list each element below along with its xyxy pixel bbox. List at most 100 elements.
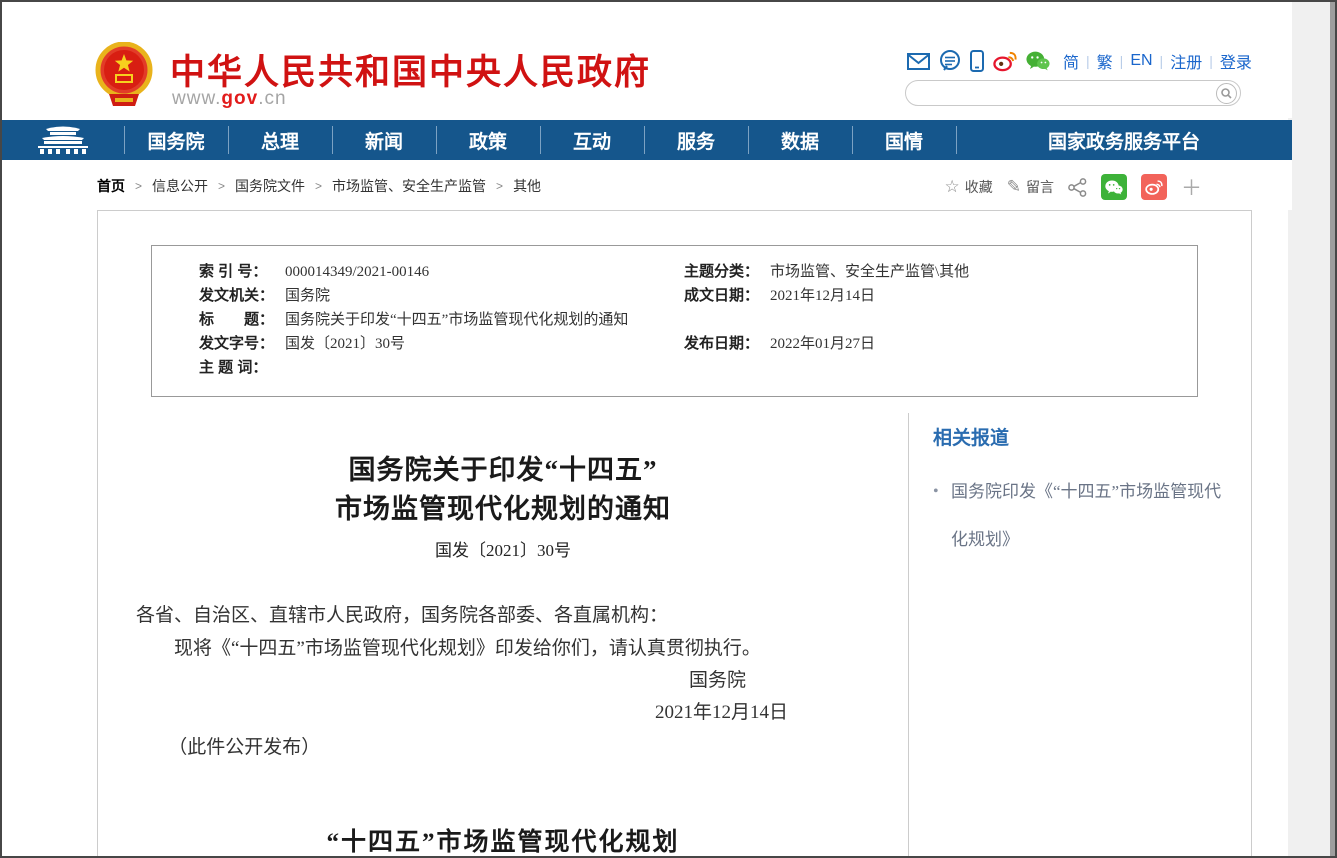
pencil-icon: ✎ bbox=[1006, 177, 1021, 196]
favorite-button[interactable]: ☆ 收藏 bbox=[945, 177, 993, 197]
meta-label: 主 题 词： bbox=[199, 359, 268, 376]
meta-label: 标 题： bbox=[199, 311, 275, 328]
article-paragraph-recipients: 各省、自治区、直辖市人民政府，国务院各部委、各直属机构： bbox=[136, 605, 669, 626]
meta-label: 成文日期： bbox=[684, 287, 760, 304]
article: 国务院关于印发“十四五” 市场监管现代化规划的通知 国发〔2021〕30号 各省… bbox=[98, 413, 908, 856]
separator: | bbox=[1209, 53, 1213, 69]
header-tools: 简 | 繁 | EN | 注册 | 登录 bbox=[907, 48, 1252, 74]
breadcrumb-separator: > bbox=[135, 179, 143, 193]
meta-empty-cell bbox=[676, 356, 1197, 380]
article-title: 国务院关于印发“十四五” 市场监管现代化规划的通知 bbox=[136, 451, 870, 529]
meta-empty-cell bbox=[676, 308, 1197, 332]
nav-item-interaction[interactable]: 互动 bbox=[540, 120, 644, 160]
document-container: 索 引 号： 000014349/2021-00146 主题分类： 市场监管、安全生… bbox=[97, 210, 1252, 856]
more-share-button[interactable]: ＋ bbox=[1181, 172, 1202, 202]
article-paragraph-instruction: 现将《“十四五”市场监管现代化规划》印发给你们，请认真贯彻执行。 bbox=[174, 638, 761, 659]
lang-simplified-link[interactable]: 简 bbox=[1063, 49, 1079, 73]
article-title-line2: 市场监管现代化规划的通知 bbox=[335, 494, 671, 524]
meta-value: 市场监管、安全生产监管\其他 bbox=[770, 264, 970, 280]
lang-english-link[interactable]: EN bbox=[1130, 52, 1152, 70]
breadcrumb: 首页 > 信息公开 > 国务院文件 > 市场监管、安全生产监管 > 其他 bbox=[97, 176, 541, 196]
document-meta-table: 索 引 号： 000014349/2021-00146 主题分类： 市场监管、安全生… bbox=[151, 245, 1198, 397]
share-button[interactable] bbox=[1068, 177, 1087, 197]
meta-issuing-agency: 发文机关： 国务院 bbox=[152, 284, 676, 308]
weibo-icon[interactable] bbox=[993, 49, 1017, 73]
nav-item-gov-service-platform[interactable]: 国家政务服务平台 bbox=[956, 120, 1292, 160]
main-nav: 国务院 总理 新闻 政策 互动 服务 数据 国情 国家政务服务平台 bbox=[2, 120, 1292, 160]
article-body: 各省、自治区、直辖市人民政府，国务院各部委、各直属机构： 现将《“十四五”市场监… bbox=[136, 599, 870, 764]
meta-keywords: 主 题 词： bbox=[152, 356, 676, 380]
breadcrumb-separator: > bbox=[218, 179, 226, 193]
signer: 国务院 bbox=[688, 670, 746, 691]
separator: | bbox=[1119, 53, 1124, 69]
page-actions: ☆ 收藏 ✎ 留言 ＋ bbox=[945, 172, 1202, 202]
related-reports-title: 相关报道 bbox=[933, 428, 1010, 449]
related-report-link[interactable]: 国务院印发《“十四五”市场监管现代化规划》 bbox=[933, 468, 1233, 564]
wechat-icon bbox=[1105, 180, 1123, 194]
url-gov: gov bbox=[221, 88, 259, 109]
breadcrumb-market-regulation[interactable]: 市场监管、安全生产监管 bbox=[332, 176, 486, 196]
nav-item-state-council[interactable]: 国务院 bbox=[124, 120, 228, 160]
nav-item-national-conditions[interactable]: 国情 bbox=[852, 120, 956, 160]
comment-button[interactable]: ✎ 留言 bbox=[1007, 177, 1054, 197]
nav-home-tiananmen-icon[interactable] bbox=[2, 120, 124, 160]
url-www: www. bbox=[172, 88, 222, 109]
breadcrumb-state-council-docs[interactable]: 国务院文件 bbox=[235, 176, 305, 196]
national-emblem-logo[interactable] bbox=[95, 42, 153, 108]
comment-label: 留言 bbox=[1026, 179, 1054, 195]
nav-item-policy[interactable]: 政策 bbox=[436, 120, 540, 160]
site-url[interactable]: www.gov.cn bbox=[172, 88, 287, 110]
nav-item-data[interactable]: 数据 bbox=[748, 120, 852, 160]
meta-label: 索 引 号： bbox=[199, 263, 268, 280]
message-icon[interactable] bbox=[939, 49, 961, 73]
share-weibo-button[interactable] bbox=[1141, 174, 1167, 200]
browser-page: 中华人民共和国中央人民政府 www.gov.cn 简 | 繁 | EN | 注册… bbox=[0, 0, 1337, 858]
mobile-icon[interactable] bbox=[970, 49, 984, 73]
meta-value: 2022年01月27日 bbox=[770, 336, 876, 352]
share-wechat-button[interactable] bbox=[1101, 174, 1127, 200]
mail-icon[interactable] bbox=[907, 49, 930, 73]
meta-index-number: 索 引 号： 000014349/2021-00146 bbox=[152, 260, 676, 284]
search-button[interactable] bbox=[1216, 82, 1237, 104]
breadcrumb-separator: > bbox=[496, 179, 504, 193]
related-reports-sidebar: 相关报道 国务院印发《“十四五”市场监管现代化规划》 bbox=[933, 423, 1233, 564]
public-release-note: （此件公开发布） bbox=[168, 737, 321, 758]
breadcrumb-info-disclosure[interactable]: 信息公开 bbox=[152, 176, 208, 196]
meta-value: 国务院关于印发“十四五”市场监管现代化规划的通知 bbox=[285, 312, 629, 328]
page-background-strip bbox=[1288, 2, 1330, 856]
article-title-line1: 国务院关于印发“十四五” bbox=[348, 455, 658, 485]
register-link[interactable]: 注册 bbox=[1170, 49, 1202, 73]
meta-label: 发布日期： bbox=[684, 335, 760, 352]
signature-block: 国务院 2021年12月14日 bbox=[136, 665, 870, 729]
meta-label: 发文字号： bbox=[199, 335, 275, 352]
breadcrumb-other[interactable]: 其他 bbox=[513, 176, 541, 196]
breadcrumb-row: 首页 > 信息公开 > 国务院文件 > 市场监管、安全生产监管 > 其他 ☆ 收藏… bbox=[2, 160, 1292, 210]
share-icon bbox=[1068, 177, 1087, 197]
meta-label: 主题分类： bbox=[684, 263, 760, 280]
meta-topic-category: 主题分类： 市场监管、安全生产监管\其他 bbox=[676, 260, 1197, 284]
meta-value: 国务院 bbox=[285, 288, 331, 304]
search-icon bbox=[1221, 87, 1232, 99]
article-doc-number: 国发〔2021〕30号 bbox=[435, 541, 571, 560]
site-header: 中华人民共和国中央人民政府 www.gov.cn 简 | 繁 | EN | 注册… bbox=[2, 2, 1292, 118]
search-box bbox=[905, 80, 1241, 106]
weibo-icon bbox=[1145, 179, 1163, 195]
nav-item-news[interactable]: 新闻 bbox=[332, 120, 436, 160]
language-links: 简 | 繁 | EN | 注册 | 登录 bbox=[1063, 49, 1252, 73]
meta-title: 标 题： 国务院关于印发“十四五”市场监管现代化规划的通知 bbox=[152, 308, 676, 332]
wechat-icon[interactable] bbox=[1026, 49, 1050, 73]
meta-written-date: 成文日期： 2021年12月14日 bbox=[676, 284, 1197, 308]
search-input[interactable] bbox=[906, 83, 1216, 103]
nav-item-services[interactable]: 服务 bbox=[644, 120, 748, 160]
nav-item-premier[interactable]: 总理 bbox=[228, 120, 332, 160]
meta-value: 国发〔2021〕30号 bbox=[285, 336, 406, 352]
breadcrumb-home[interactable]: 首页 bbox=[97, 176, 125, 196]
plan-section-title: “十四五”市场监管现代化规划 bbox=[326, 829, 680, 856]
scrollbar[interactable] bbox=[1330, 2, 1335, 856]
login-link[interactable]: 登录 bbox=[1220, 49, 1252, 73]
lang-traditional-link[interactable]: 繁 bbox=[1097, 49, 1113, 73]
sign-date: 2021年12月14日 bbox=[654, 702, 788, 723]
star-icon: ☆ bbox=[944, 177, 960, 196]
meta-publish-date: 发布日期： 2022年01月27日 bbox=[676, 332, 1197, 356]
breadcrumb-separator: > bbox=[315, 179, 323, 193]
